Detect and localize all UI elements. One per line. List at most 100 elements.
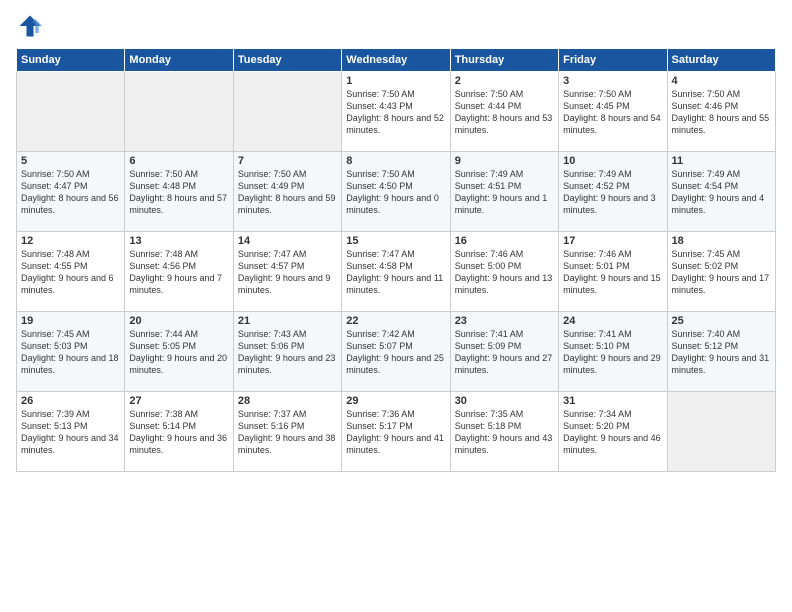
- logo-icon: [16, 12, 44, 40]
- calendar-cell: 3Sunrise: 7:50 AM Sunset: 4:45 PM Daylig…: [559, 72, 667, 152]
- day-info: Sunrise: 7:44 AM Sunset: 5:05 PM Dayligh…: [129, 328, 228, 377]
- day-info: Sunrise: 7:35 AM Sunset: 5:18 PM Dayligh…: [455, 408, 554, 457]
- day-info: Sunrise: 7:47 AM Sunset: 4:57 PM Dayligh…: [238, 248, 337, 297]
- day-number: 26: [21, 395, 120, 407]
- day-info: Sunrise: 7:43 AM Sunset: 5:06 PM Dayligh…: [238, 328, 337, 377]
- day-number: 9: [455, 155, 554, 167]
- header: [16, 12, 776, 40]
- weekday-header-sunday: Sunday: [17, 49, 125, 72]
- day-number: 30: [455, 395, 554, 407]
- day-number: 21: [238, 315, 337, 327]
- day-info: Sunrise: 7:47 AM Sunset: 4:58 PM Dayligh…: [346, 248, 445, 297]
- calendar-cell: 19Sunrise: 7:45 AM Sunset: 5:03 PM Dayli…: [17, 312, 125, 392]
- day-info: Sunrise: 7:36 AM Sunset: 5:17 PM Dayligh…: [346, 408, 445, 457]
- calendar-table: SundayMondayTuesdayWednesdayThursdayFrid…: [16, 48, 776, 472]
- day-number: 24: [563, 315, 662, 327]
- weekday-header-row: SundayMondayTuesdayWednesdayThursdayFrid…: [17, 49, 776, 72]
- day-info: Sunrise: 7:46 AM Sunset: 5:01 PM Dayligh…: [563, 248, 662, 297]
- day-info: Sunrise: 7:41 AM Sunset: 5:10 PM Dayligh…: [563, 328, 662, 377]
- day-number: 23: [455, 315, 554, 327]
- day-info: Sunrise: 7:45 AM Sunset: 5:03 PM Dayligh…: [21, 328, 120, 377]
- weekday-header-tuesday: Tuesday: [233, 49, 341, 72]
- calendar-cell: 9Sunrise: 7:49 AM Sunset: 4:51 PM Daylig…: [450, 152, 558, 232]
- day-number: 11: [672, 155, 771, 167]
- day-info: Sunrise: 7:50 AM Sunset: 4:47 PM Dayligh…: [21, 168, 120, 217]
- day-number: 8: [346, 155, 445, 167]
- day-info: Sunrise: 7:42 AM Sunset: 5:07 PM Dayligh…: [346, 328, 445, 377]
- calendar-cell: 24Sunrise: 7:41 AM Sunset: 5:10 PM Dayli…: [559, 312, 667, 392]
- day-number: 19: [21, 315, 120, 327]
- calendar-cell: 25Sunrise: 7:40 AM Sunset: 5:12 PM Dayli…: [667, 312, 775, 392]
- calendar-cell: [17, 72, 125, 152]
- calendar-cell: 28Sunrise: 7:37 AM Sunset: 5:16 PM Dayli…: [233, 392, 341, 472]
- calendar-cell: 22Sunrise: 7:42 AM Sunset: 5:07 PM Dayli…: [342, 312, 450, 392]
- day-number: 6: [129, 155, 228, 167]
- week-row-4: 19Sunrise: 7:45 AM Sunset: 5:03 PM Dayli…: [17, 312, 776, 392]
- day-number: 27: [129, 395, 228, 407]
- day-number: 29: [346, 395, 445, 407]
- weekday-header-wednesday: Wednesday: [342, 49, 450, 72]
- day-number: 25: [672, 315, 771, 327]
- week-row-2: 5Sunrise: 7:50 AM Sunset: 4:47 PM Daylig…: [17, 152, 776, 232]
- day-number: 31: [563, 395, 662, 407]
- weekday-header-thursday: Thursday: [450, 49, 558, 72]
- day-info: Sunrise: 7:40 AM Sunset: 5:12 PM Dayligh…: [672, 328, 771, 377]
- day-info: Sunrise: 7:39 AM Sunset: 5:13 PM Dayligh…: [21, 408, 120, 457]
- calendar-cell: 14Sunrise: 7:47 AM Sunset: 4:57 PM Dayli…: [233, 232, 341, 312]
- day-info: Sunrise: 7:50 AM Sunset: 4:46 PM Dayligh…: [672, 88, 771, 137]
- calendar-cell: 11Sunrise: 7:49 AM Sunset: 4:54 PM Dayli…: [667, 152, 775, 232]
- week-row-1: 1Sunrise: 7:50 AM Sunset: 4:43 PM Daylig…: [17, 72, 776, 152]
- day-number: 15: [346, 235, 445, 247]
- day-number: 14: [238, 235, 337, 247]
- day-number: 7: [238, 155, 337, 167]
- logo: [16, 12, 48, 40]
- day-number: 10: [563, 155, 662, 167]
- calendar-cell: 29Sunrise: 7:36 AM Sunset: 5:17 PM Dayli…: [342, 392, 450, 472]
- day-number: 4: [672, 75, 771, 87]
- calendar-cell: 13Sunrise: 7:48 AM Sunset: 4:56 PM Dayli…: [125, 232, 233, 312]
- day-info: Sunrise: 7:50 AM Sunset: 4:43 PM Dayligh…: [346, 88, 445, 137]
- day-info: Sunrise: 7:37 AM Sunset: 5:16 PM Dayligh…: [238, 408, 337, 457]
- calendar-cell: 2Sunrise: 7:50 AM Sunset: 4:44 PM Daylig…: [450, 72, 558, 152]
- weekday-header-saturday: Saturday: [667, 49, 775, 72]
- calendar-cell: 30Sunrise: 7:35 AM Sunset: 5:18 PM Dayli…: [450, 392, 558, 472]
- day-info: Sunrise: 7:48 AM Sunset: 4:56 PM Dayligh…: [129, 248, 228, 297]
- calendar-cell: 17Sunrise: 7:46 AM Sunset: 5:01 PM Dayli…: [559, 232, 667, 312]
- calendar-cell: 21Sunrise: 7:43 AM Sunset: 5:06 PM Dayli…: [233, 312, 341, 392]
- day-info: Sunrise: 7:49 AM Sunset: 4:54 PM Dayligh…: [672, 168, 771, 217]
- calendar-cell: 8Sunrise: 7:50 AM Sunset: 4:50 PM Daylig…: [342, 152, 450, 232]
- calendar-cell: 27Sunrise: 7:38 AM Sunset: 5:14 PM Dayli…: [125, 392, 233, 472]
- calendar-cell: 18Sunrise: 7:45 AM Sunset: 5:02 PM Dayli…: [667, 232, 775, 312]
- day-number: 17: [563, 235, 662, 247]
- calendar-cell: 26Sunrise: 7:39 AM Sunset: 5:13 PM Dayli…: [17, 392, 125, 472]
- day-number: 1: [346, 75, 445, 87]
- calendar-cell: [667, 392, 775, 472]
- day-number: 5: [21, 155, 120, 167]
- calendar-cell: 15Sunrise: 7:47 AM Sunset: 4:58 PM Dayli…: [342, 232, 450, 312]
- day-number: 12: [21, 235, 120, 247]
- day-info: Sunrise: 7:50 AM Sunset: 4:50 PM Dayligh…: [346, 168, 445, 217]
- calendar-cell: 7Sunrise: 7:50 AM Sunset: 4:49 PM Daylig…: [233, 152, 341, 232]
- day-number: 13: [129, 235, 228, 247]
- day-info: Sunrise: 7:50 AM Sunset: 4:45 PM Dayligh…: [563, 88, 662, 137]
- day-number: 16: [455, 235, 554, 247]
- day-info: Sunrise: 7:34 AM Sunset: 5:20 PM Dayligh…: [563, 408, 662, 457]
- day-info: Sunrise: 7:49 AM Sunset: 4:51 PM Dayligh…: [455, 168, 554, 217]
- day-info: Sunrise: 7:50 AM Sunset: 4:49 PM Dayligh…: [238, 168, 337, 217]
- calendar-cell: 4Sunrise: 7:50 AM Sunset: 4:46 PM Daylig…: [667, 72, 775, 152]
- week-row-3: 12Sunrise: 7:48 AM Sunset: 4:55 PM Dayli…: [17, 232, 776, 312]
- day-info: Sunrise: 7:49 AM Sunset: 4:52 PM Dayligh…: [563, 168, 662, 217]
- calendar-cell: 20Sunrise: 7:44 AM Sunset: 5:05 PM Dayli…: [125, 312, 233, 392]
- day-number: 28: [238, 395, 337, 407]
- page: SundayMondayTuesdayWednesdayThursdayFrid…: [0, 0, 792, 612]
- day-info: Sunrise: 7:50 AM Sunset: 4:44 PM Dayligh…: [455, 88, 554, 137]
- day-info: Sunrise: 7:50 AM Sunset: 4:48 PM Dayligh…: [129, 168, 228, 217]
- calendar-cell: 31Sunrise: 7:34 AM Sunset: 5:20 PM Dayli…: [559, 392, 667, 472]
- day-info: Sunrise: 7:46 AM Sunset: 5:00 PM Dayligh…: [455, 248, 554, 297]
- week-row-5: 26Sunrise: 7:39 AM Sunset: 5:13 PM Dayli…: [17, 392, 776, 472]
- weekday-header-friday: Friday: [559, 49, 667, 72]
- calendar-cell: 6Sunrise: 7:50 AM Sunset: 4:48 PM Daylig…: [125, 152, 233, 232]
- day-number: 3: [563, 75, 662, 87]
- weekday-header-monday: Monday: [125, 49, 233, 72]
- calendar-cell: [125, 72, 233, 152]
